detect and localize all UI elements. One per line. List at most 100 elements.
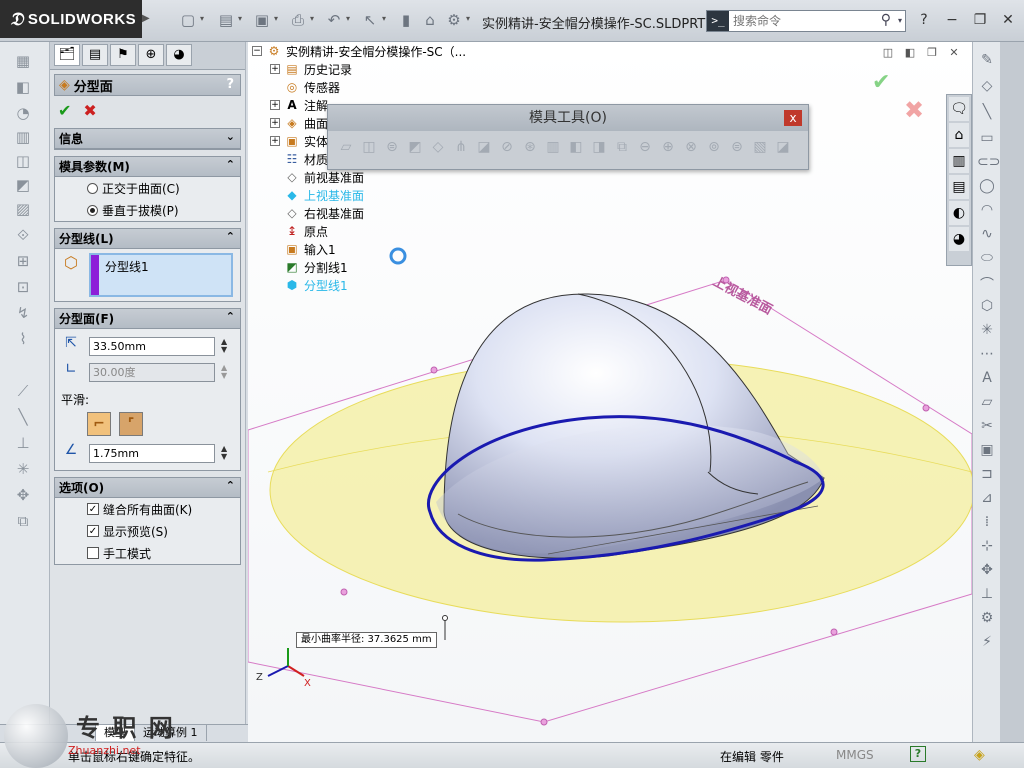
core-icon[interactable]: ⊛ <box>520 139 540 157</box>
parting-surface-tool-icon[interactable]: ▨ <box>12 200 34 220</box>
rectangle-icon[interactable]: ▭ <box>977 130 997 148</box>
chevron-up-icon[interactable]: ⌃ <box>226 310 235 323</box>
arc-icon[interactable]: ◠ <box>977 202 997 220</box>
shut-off-surface-icon[interactable]: ◩ <box>12 176 34 196</box>
move-face-icon[interactable]: ▧ <box>750 139 770 157</box>
smart-dimension-icon[interactable]: ◇ <box>977 78 997 96</box>
tooling-split-icon[interactable]: ⊞ <box>12 252 34 272</box>
bodies-icon[interactable]: ⧉ <box>12 512 34 532</box>
delete-face-icon[interactable]: ◪ <box>773 139 793 157</box>
draft-analysis-icon[interactable]: ◧ <box>566 139 586 157</box>
sketch-tool-icon[interactable]: ↯ <box>12 304 34 324</box>
expand-icon[interactable]: + <box>270 136 280 146</box>
split-view-icon[interactable]: ◫ <box>880 46 896 60</box>
linear-pattern-icon[interactable]: ⁞ <box>977 514 997 532</box>
rebuild-icon[interactable]: ▮ <box>396 10 416 30</box>
plane-icon[interactable]: ▱ <box>977 394 997 412</box>
home-tab[interactable]: ⌂ <box>949 123 969 147</box>
feature-manager-tab[interactable]: 🗂 <box>54 44 80 66</box>
tag-icon[interactable]: ◈ <box>974 747 985 763</box>
scale-icon[interactable]: ▥ <box>12 128 34 148</box>
tree-item-right-plane[interactable]: ◇ 右视基准面 <box>248 204 488 222</box>
tree-item-history[interactable]: + ▤ 历史记录 <box>248 60 488 78</box>
thickness-analysis-icon[interactable]: ⊗ <box>681 139 701 157</box>
smooth-smooth-button[interactable]: ⌜ <box>119 412 143 436</box>
parting-line-header[interactable]: 分型线(L) ⌃ <box>55 229 240 249</box>
undercut-analysis-icon[interactable]: ◨ <box>589 139 609 157</box>
solidworks-logo[interactable]: 𝔇 SOLIDWORKS <box>0 0 142 38</box>
expand-icon[interactable]: + <box>270 118 280 128</box>
radio-button[interactable] <box>87 182 98 194</box>
planar-surface-icon[interactable]: ▱ <box>336 139 356 157</box>
print-dropdown-icon[interactable]: ▾ <box>310 14 314 23</box>
move-entities-icon[interactable]: ✥ <box>977 562 997 580</box>
chevron-down-icon[interactable]: ⌄ <box>226 130 235 143</box>
new-document-icon[interactable]: ▢ <box>178 10 198 30</box>
expand-icon[interactable]: + <box>270 100 280 110</box>
ruled-surface-icon[interactable]: ⟐ <box>12 226 34 246</box>
status-help-icon[interactable]: ? <box>910 746 926 762</box>
ok-button[interactable]: ✔ <box>58 101 71 120</box>
shut-off-icon[interactable]: ⋔ <box>451 139 471 157</box>
new-dropdown-icon[interactable]: ▾ <box>200 14 204 23</box>
insert-mold-folder-icon[interactable]: ⊕ <box>658 139 678 157</box>
chevron-up-icon[interactable]: ⌃ <box>226 479 235 492</box>
save-icon[interactable]: ▣ <box>252 10 272 30</box>
menu-expand-icon[interactable]: ▶ <box>142 8 152 30</box>
sharp-smooth-button[interactable]: ⌐ <box>87 412 111 436</box>
cancel-button[interactable]: ✖ <box>83 101 96 120</box>
surface-icon[interactable]: ▦ <box>12 52 34 72</box>
file-explorer-tab[interactable]: ▤ <box>949 175 969 199</box>
circular-pattern-icon[interactable]: ⊹ <box>977 538 997 556</box>
core-icon[interactable]: ⊡ <box>12 278 34 298</box>
collapse-icon[interactable]: − <box>252 46 262 56</box>
tree-item-origin[interactable]: ↨ 原点 <box>248 222 488 240</box>
knit-all-surfaces-checkbox[interactable]: ✓ 缝合所有曲面(K) <box>55 498 240 520</box>
appearance-tab[interactable]: ◕ <box>949 227 969 251</box>
mold-parameters-icon[interactable]: ⊜ <box>727 139 747 157</box>
restore-view-icon[interactable]: ◧ <box>902 46 918 60</box>
coordinate-system-icon[interactable]: ✥ <box>12 486 34 506</box>
radio-button-selected[interactable] <box>87 204 98 216</box>
info-header[interactable]: 信息 ⌄ <box>55 129 240 149</box>
smooth-distance-field[interactable] <box>89 443 215 463</box>
draft-analysis-icon[interactable]: ◧ <box>12 78 34 98</box>
restore-button[interactable]: ❐ <box>968 10 992 30</box>
offset-entities-icon[interactable]: ⊐ <box>977 466 997 484</box>
manual-mode-checkbox[interactable]: 手工模式 <box>55 542 240 564</box>
parting-line-analysis-icon[interactable]: ⊚ <box>704 139 724 157</box>
checkbox[interactable]: ✓ <box>87 503 99 515</box>
tree-item-front-plane[interactable]: ◇ 前视基准面 <box>248 168 488 186</box>
checkbox[interactable]: ✓ <box>87 525 99 537</box>
open-dropdown-icon[interactable]: ▾ <box>238 14 242 23</box>
rapid-sketch-icon[interactable]: ⚡ <box>977 634 997 652</box>
reference-axis-icon[interactable]: ⟋ <box>12 382 34 402</box>
options-dropdown-icon[interactable]: ▾ <box>466 14 470 23</box>
help-icon[interactable]: ? <box>912 10 936 30</box>
chevron-up-icon[interactable]: ⌃ <box>226 158 235 171</box>
tree-item-top-plane[interactable]: ◆ 上视基准面 <box>248 186 488 204</box>
tree-item-parting-line1[interactable]: ⬢ 分型线1 <box>248 276 488 294</box>
point-icon[interactable]: ✳ <box>977 322 997 340</box>
close-toolbar-button[interactable]: x <box>784 110 802 126</box>
display-relations-icon[interactable]: ⊥ <box>977 586 997 604</box>
tree-item-import1[interactable]: ▣ 输入1 <box>248 240 488 258</box>
cavity-icon[interactable]: ▥ <box>543 139 563 157</box>
slot-icon[interactable]: ⊂⊃ <box>977 154 1000 172</box>
parting-line-tool-icon[interactable]: ◫ <box>12 152 34 172</box>
distance-spinner[interactable]: ▲ ▼ <box>221 338 227 354</box>
options-gear-icon[interactable]: ⚙ <box>444 10 464 30</box>
show-preview-checkbox[interactable]: ✓ 显示预览(S) <box>55 520 240 542</box>
property-manager-tab[interactable]: ▤ <box>82 44 108 66</box>
close-button[interactable]: ✕ <box>996 10 1020 30</box>
scale-icon[interactable]: ⧉ <box>612 139 632 157</box>
print-icon[interactable]: ⎙ <box>288 10 308 30</box>
select-cursor-icon[interactable]: ↖ <box>360 10 380 30</box>
resources-tab[interactable]: 🗨 <box>949 97 969 121</box>
file-properties-icon[interactable]: ⌂ <box>420 10 440 30</box>
unit-system[interactable]: MMGS <box>836 748 874 762</box>
help-icon[interactable]: ? <box>226 77 234 92</box>
undo-icon[interactable]: ↶ <box>324 10 344 30</box>
close-view-icon[interactable]: ✕ <box>946 46 962 60</box>
offset-surface-icon[interactable]: ◫ <box>359 139 379 157</box>
